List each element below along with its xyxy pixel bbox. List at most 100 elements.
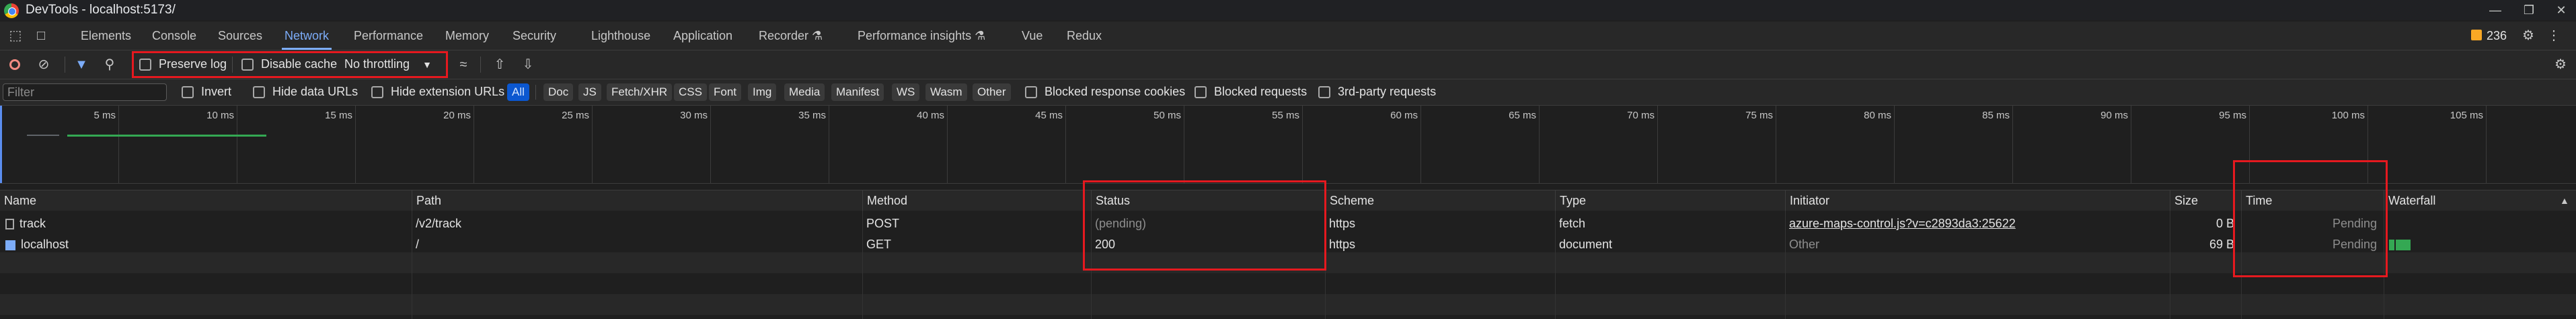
col-initiator[interactable]: Initiator bbox=[1785, 190, 2170, 211]
hide-extension-urls-checkbox[interactable]: Hide extension URLs bbox=[371, 85, 504, 99]
col-path[interactable]: Path bbox=[412, 190, 862, 211]
title-bar: DevTools - localhost:5173/ — ❐ ✕ bbox=[0, 0, 2576, 20]
checkbox-icon bbox=[253, 86, 265, 99]
import-har-icon[interactable]: ⇧ bbox=[491, 56, 508, 73]
tab-performance[interactable]: Performance bbox=[354, 22, 423, 50]
tab-application[interactable]: Application bbox=[673, 22, 732, 50]
tab-console[interactable]: Console bbox=[152, 22, 196, 50]
type-filter-doc[interactable]: Doc bbox=[543, 83, 574, 101]
overview-gridline bbox=[1420, 106, 1421, 183]
tab-vue[interactable]: Vue bbox=[1022, 22, 1043, 50]
tab-performance-insights[interactable]: Performance insights ⚗ bbox=[858, 22, 985, 50]
stop-recording-icon[interactable] bbox=[6, 56, 24, 73]
col-method[interactable]: Method bbox=[862, 190, 1091, 211]
type-filter-fetch-xhr[interactable]: Fetch/XHR bbox=[607, 83, 673, 101]
cell-initiator: Other bbox=[1789, 238, 1820, 251]
throttling-select[interactable]: No throttling ▼ bbox=[344, 57, 432, 71]
cell-scheme: https bbox=[1329, 238, 1356, 251]
hide-data-urls-checkbox[interactable]: Hide data URLs bbox=[253, 85, 358, 99]
overview-tick-label: 100 ms bbox=[2331, 110, 2365, 121]
network-settings-icon[interactable]: ⚙ bbox=[2552, 56, 2569, 73]
blocked-response-cookies-checkbox[interactable]: Blocked response cookies bbox=[1025, 85, 1185, 99]
network-overview[interactable]: 5 ms 10 ms 15 ms 20 ms 25 ms 30 ms 35 ms… bbox=[0, 106, 2576, 184]
tab-redux[interactable]: Redux bbox=[1067, 22, 1102, 50]
overview-gridline bbox=[1539, 106, 1540, 183]
more-options-icon[interactable]: ⋮ bbox=[2545, 27, 2563, 44]
network-conditions-icon[interactable]: ≈ bbox=[455, 56, 472, 73]
type-filter-ws[interactable]: WS bbox=[892, 83, 920, 101]
search-icon[interactable]: ⚲ bbox=[101, 56, 118, 73]
overview-left-handle[interactable] bbox=[0, 106, 2, 183]
type-filter-font[interactable]: Font bbox=[709, 83, 742, 101]
filter-icon[interactable]: ▼ bbox=[73, 56, 90, 73]
type-filter-wasm[interactable]: Wasm bbox=[925, 83, 967, 101]
col-waterfall[interactable]: Waterfall bbox=[2384, 190, 2576, 211]
type-filter-img[interactable]: Img bbox=[748, 83, 777, 101]
overview-gridline bbox=[2486, 106, 2487, 183]
cell-type: document bbox=[1559, 238, 1613, 251]
type-filter-media[interactable]: Media bbox=[784, 83, 825, 101]
device-toolbar-icon[interactable]: □ bbox=[32, 27, 50, 44]
blocked-response-cookies-label: Blocked response cookies bbox=[1045, 85, 1186, 98]
inspect-element-icon[interactable]: ⬚ bbox=[7, 27, 24, 44]
type-filter-manifest[interactable]: Manifest bbox=[831, 83, 884, 101]
cell-path: /v2/track bbox=[416, 217, 462, 230]
hide-extension-urls-label: Hide extension URLs bbox=[391, 85, 505, 98]
preserve-log-checkbox[interactable]: Preserve log bbox=[139, 57, 227, 71]
disable-cache-checkbox[interactable]: Disable cache bbox=[241, 57, 337, 71]
tab-memory[interactable]: Memory bbox=[445, 22, 489, 50]
blocked-requests-checkbox[interactable]: Blocked requests bbox=[1195, 85, 1307, 99]
col-scheme[interactable]: Scheme bbox=[1325, 190, 1555, 211]
window-title: DevTools - localhost:5173/ bbox=[26, 3, 176, 17]
overview-gridline bbox=[1302, 106, 1303, 183]
filter-input[interactable]: Filter bbox=[3, 83, 167, 101]
filter-bar: Filter Invert Hide data URLs Hide extens… bbox=[0, 79, 2576, 106]
overview-gridline bbox=[1894, 106, 1895, 183]
third-party-requests-checkbox[interactable]: 3rd-party requests bbox=[1318, 85, 1436, 99]
cell-name: track bbox=[0, 213, 412, 234]
minimize-icon[interactable]: — bbox=[2482, 1, 2509, 19]
waterfall-bar-waiting bbox=[2389, 240, 2394, 250]
tab-sources[interactable]: Sources bbox=[218, 22, 262, 50]
hide-data-urls-label: Hide data URLs bbox=[272, 85, 358, 98]
type-filter-js[interactable]: JS bbox=[578, 83, 601, 101]
cell-type: fetch bbox=[1559, 217, 1586, 230]
waterfall-bar-download bbox=[2396, 240, 2411, 250]
tab-recorder[interactable]: Recorder ⚗ bbox=[759, 22, 823, 50]
export-har-icon[interactable]: ⇩ bbox=[519, 56, 537, 73]
issues-icon[interactable] bbox=[2471, 30, 2482, 40]
close-icon[interactable]: ✕ bbox=[2548, 1, 2575, 19]
col-name[interactable]: Name bbox=[0, 190, 412, 211]
checkbox-icon bbox=[1025, 86, 1037, 99]
issues-count[interactable]: 236 bbox=[2487, 22, 2507, 50]
settings-icon[interactable]: ⚙ bbox=[2520, 27, 2537, 44]
col-type[interactable]: Type bbox=[1555, 190, 1785, 211]
tab-lighthouse[interactable]: Lighthouse bbox=[591, 22, 650, 50]
chrome-logo-icon bbox=[4, 3, 19, 18]
chevron-down-icon: ▼ bbox=[422, 59, 432, 70]
overview-gridline bbox=[355, 106, 356, 183]
type-filter-other[interactable]: Other bbox=[973, 83, 1011, 101]
overview-tick-label: 5 ms bbox=[93, 110, 116, 121]
tab-network[interactable]: Network bbox=[281, 22, 332, 50]
invert-checkbox[interactable]: Invert bbox=[182, 85, 231, 99]
third-party-requests-label: 3rd-party requests bbox=[1338, 85, 1437, 98]
restore-icon[interactable]: ❐ bbox=[2515, 1, 2542, 19]
clear-icon[interactable]: ⊘ bbox=[35, 56, 52, 73]
overview-tick-label: 90 ms bbox=[2100, 110, 2128, 121]
col-size[interactable]: Size bbox=[2170, 190, 2241, 211]
overview-tick-label: 95 ms bbox=[2219, 110, 2246, 121]
overview-tick-label: 15 ms bbox=[325, 110, 352, 121]
divider bbox=[480, 57, 481, 73]
devtools-tab-bar: ⬚ □ Elements Console Sources Network Per… bbox=[0, 22, 2576, 50]
checkbox-icon bbox=[371, 86, 383, 99]
document-icon bbox=[5, 240, 15, 250]
tab-security[interactable]: Security bbox=[513, 22, 556, 50]
blocked-requests-label: Blocked requests bbox=[1214, 85, 1308, 98]
cell-initiator-link[interactable]: azure-maps-control.js?v=c2893da3:25622 bbox=[1785, 213, 2170, 234]
type-filter-css[interactable]: CSS bbox=[674, 83, 707, 101]
tab-elements[interactable]: Elements bbox=[81, 22, 131, 50]
divider bbox=[535, 85, 536, 100]
checkbox-icon bbox=[139, 59, 151, 71]
type-filter-all[interactable]: All bbox=[507, 83, 529, 101]
